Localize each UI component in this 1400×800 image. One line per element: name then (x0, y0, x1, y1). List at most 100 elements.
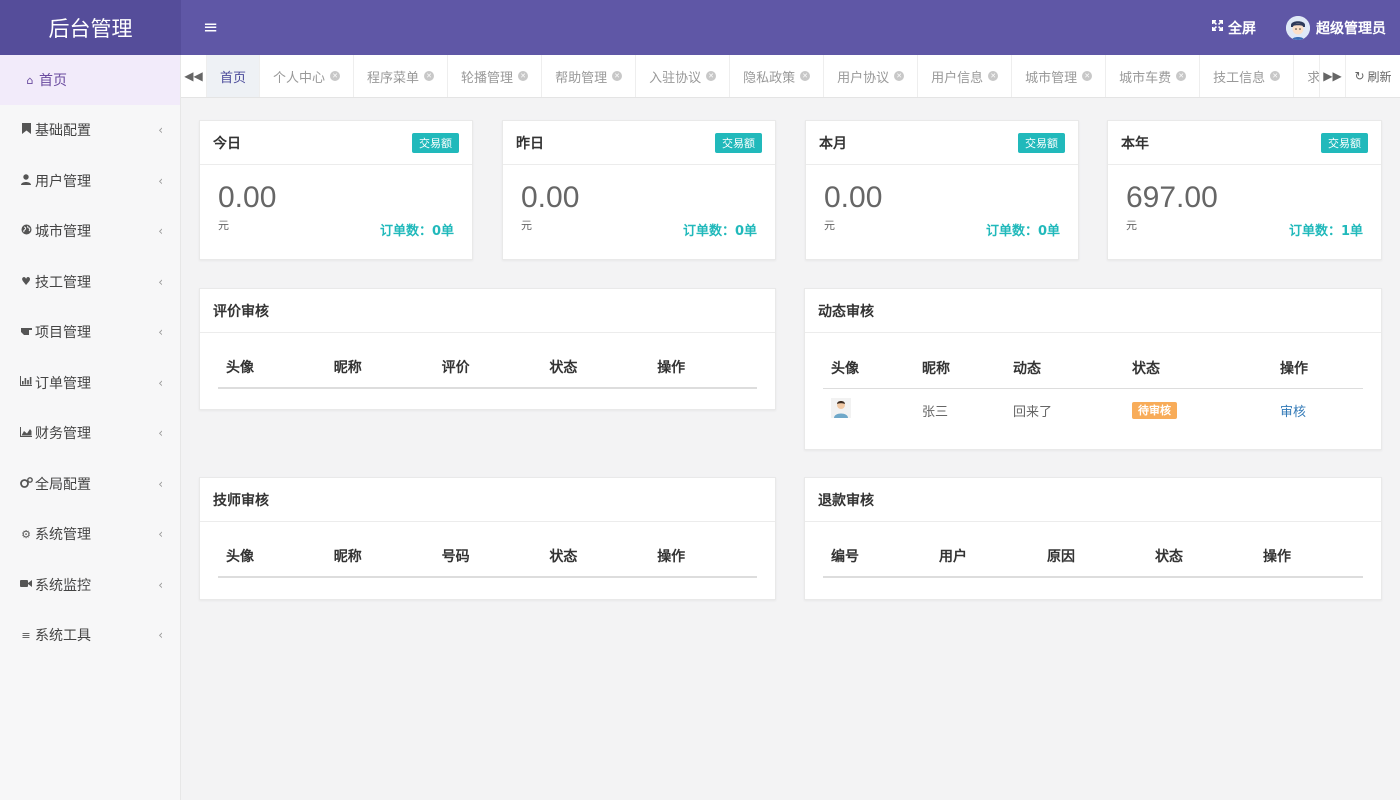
user-name: 超级管理员 (1316, 20, 1386, 37)
sidebar-item-label: 基础配置 (35, 123, 91, 140)
sidebar-item-label: 用户管理 (35, 173, 91, 190)
audit-link[interactable]: 审核 (1280, 405, 1306, 420)
tab-user-info[interactable]: 用户信息 ✕ (918, 55, 1013, 97)
table-header: 头像 昵称 号码 状态 操作 (218, 536, 757, 578)
close-icon[interactable]: ✕ (706, 71, 717, 81)
status-badge: 待审核 (1132, 402, 1177, 419)
sidebar-item-global-config[interactable]: 全局配置 ‹ (0, 459, 180, 510)
column-header: 状态 (1132, 360, 1160, 377)
sidebar-item-project-management[interactable]: 项目管理 ‹ (0, 307, 180, 358)
forward-icon: ▶▶ (1323, 69, 1342, 83)
sidebar-item-technician-management[interactable]: ♥ 技工管理 ‹ (0, 257, 180, 308)
sidebar-item-system-monitor[interactable]: 系统监控 ‹ (0, 560, 180, 611)
sidebar: ⌂ 首页 基础配置 ‹ 用户管理 ‹ 城市管理 ‹ ♥ 技工管理 ‹ 项目管理 … (0, 55, 181, 800)
sidebar-item-system-management[interactable]: ⚙ 系统管理 ‹ (0, 509, 180, 560)
sidebar-item-system-tools[interactable]: ≡ 系统工具 ‹ (0, 610, 180, 661)
tabs-list: 首页 个人中心 ✕ 程序菜单 ✕ 轮播管理 ✕ 帮助管理 ✕ 入驻协议 ✕ 隐私政策 ✕ 用… (207, 55, 1319, 97)
close-icon[interactable]: ✕ (424, 71, 435, 81)
list-icon: ≡ (21, 628, 31, 642)
sidebar-item-city-management[interactable]: 城市管理 ‹ (0, 206, 180, 257)
stat-title: 昨日 (516, 135, 544, 152)
sidebar-item-label: 全局配置 (35, 476, 91, 493)
user-icon (19, 174, 33, 188)
panel-title: 退款审核 (818, 492, 874, 509)
column-header: 状态 (1155, 549, 1183, 565)
stat-order-count: 订单数：0单 (985, 224, 1060, 239)
expand-icon (1211, 19, 1224, 36)
status-badge: 交易额 (715, 132, 762, 153)
chevron-left-icon: ‹ (158, 476, 163, 491)
refresh-label: 刷新 (1367, 69, 1392, 84)
tab-home[interactable]: 首页 (207, 55, 261, 97)
tab-program-menu[interactable]: 程序菜单 ✕ (354, 55, 449, 97)
column-header: 头像 (226, 549, 254, 565)
close-icon[interactable]: ✕ (1082, 71, 1093, 81)
sidebar-item-finance-management[interactable]: 财务管理 ‹ (0, 408, 180, 459)
stat-title: 本年 (1121, 135, 1149, 152)
table-header: 编号 用户 原因 状态 操作 (823, 536, 1363, 578)
tab-city-fare[interactable]: 城市车费 ✕ (1106, 55, 1201, 97)
status-badge: 交易额 (1321, 132, 1368, 153)
tabs-scroll-right-button[interactable]: ▶▶ (1319, 55, 1346, 97)
sidebar-item-order-management[interactable]: 订单管理 ‹ (0, 358, 180, 409)
tab-city-management[interactable]: 城市管理 ✕ (1012, 55, 1107, 97)
refresh-button[interactable]: ↻ 刷新 (1346, 55, 1400, 97)
tab-label: 用户协议 (837, 70, 890, 86)
technician-table: 头像 昵称 号码 状态 操作 (218, 536, 757, 578)
sidebar-item-basic-config[interactable]: 基础配置 ‹ (0, 105, 180, 156)
close-icon[interactable]: ✕ (330, 71, 341, 81)
panel-title: 技师审核 (213, 492, 269, 509)
chevron-left-icon: ‹ (158, 375, 163, 390)
header-actions: 全屏 超级管理员 (1211, 15, 1400, 40)
status-cell: 待审核 (1124, 402, 1272, 419)
tab-privacy-policy[interactable]: 隐私政策 ✕ (730, 55, 825, 97)
close-icon[interactable]: ✕ (518, 71, 529, 81)
tabs-scroll-left-button[interactable]: ◀◀ (181, 55, 207, 97)
nickname-cell: 张三 (922, 404, 949, 420)
tab-label: 用户信息 (931, 70, 984, 86)
tab-settle-agreement[interactable]: 入驻协议 ✕ (636, 55, 731, 97)
tab-personal-center[interactable]: 个人中心 ✕ (260, 55, 355, 97)
user-menu[interactable]: 超级管理员 (1286, 15, 1386, 40)
sidebar-item-label: 系统监控 (35, 577, 91, 594)
tab-label: 技工信息 (1213, 70, 1266, 86)
avatar (831, 398, 851, 418)
review-audit-panel: 评价审核 头像 昵称 评价 状态 操作 (199, 288, 776, 410)
refresh-icon: ↻ (1354, 69, 1365, 83)
close-icon[interactable]: ✕ (612, 71, 623, 81)
tab-help[interactable]: 帮助管理 ✕ (542, 55, 637, 97)
tab-label: 程序菜单 (367, 70, 420, 86)
cogs-icon (19, 476, 33, 491)
tab-carousel[interactable]: 轮播管理 ✕ (448, 55, 543, 97)
chevron-left-icon: ‹ (158, 577, 163, 592)
sidebar-item-user-management[interactable]: 用户管理 ‹ (0, 156, 180, 207)
menu-toggle-icon[interactable]: ≡ (203, 18, 218, 37)
backward-icon: ◀◀ (184, 69, 203, 83)
chevron-left-icon: ‹ (158, 173, 163, 188)
sidebar-item-label: 系统工具 (35, 628, 91, 645)
fullscreen-button[interactable]: 全屏 (1211, 18, 1256, 38)
close-icon[interactable]: ✕ (1176, 71, 1187, 81)
refund-audit-panel: 退款审核 编号 用户 原因 状态 操作 (804, 477, 1382, 600)
column-header: 昵称 (922, 360, 950, 377)
sidebar-item-home[interactable]: ⌂ 首页 (0, 55, 180, 105)
dynamic-audit-panel: 动态审核 头像 昵称 动态 状态 操作 张三 回来了 待审核 审核 (804, 288, 1382, 450)
column-header: 动态 (1013, 360, 1041, 377)
chevron-left-icon: ‹ (158, 123, 163, 138)
tab-technician-info[interactable]: 技工信息 ✕ (1200, 55, 1295, 97)
column-header: 头像 (831, 360, 859, 377)
chevron-left-icon: ‹ (158, 274, 163, 289)
close-icon[interactable]: ✕ (1270, 71, 1281, 81)
close-icon[interactable]: ✕ (894, 71, 905, 81)
close-icon[interactable]: ✕ (800, 71, 811, 81)
tab-user-agreement[interactable]: 用户协议 ✕ (824, 55, 919, 97)
stat-card-yesterday: 昨日 交易额 0.00 元 订单数：0单 (502, 120, 776, 260)
bookmark-icon (19, 123, 33, 137)
stat-card-month: 本月 交易额 0.00 元 订单数：0单 (805, 120, 1079, 260)
tab-sos-alarm[interactable]: 求救报警 (1294, 55, 1319, 97)
column-header: 操作 (657, 549, 686, 565)
close-icon[interactable]: ✕ (988, 71, 999, 81)
dynamic-table: 头像 昵称 动态 状态 操作 张三 回来了 待审核 审核 (823, 347, 1363, 431)
stat-value: 0.00 (218, 181, 277, 214)
home-icon: ⌂ (26, 73, 34, 87)
